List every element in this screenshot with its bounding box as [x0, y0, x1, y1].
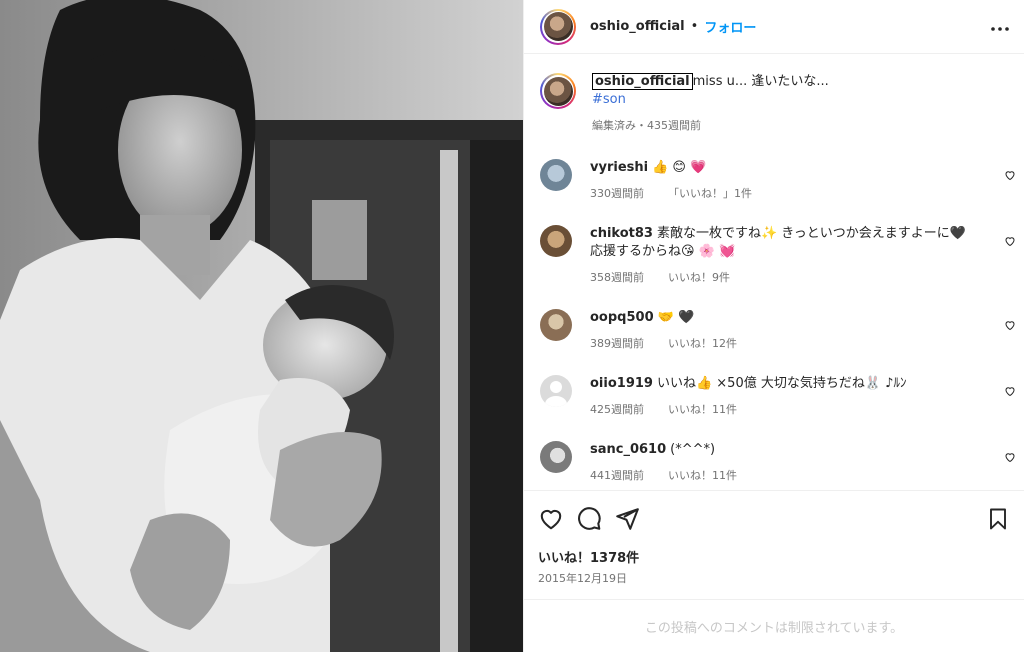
heart-icon[interactable] [538, 506, 564, 532]
share-icon[interactable] [614, 506, 640, 532]
comment-likes[interactable]: 「いいね！」1件 [668, 187, 752, 200]
commenter-avatar[interactable] [540, 309, 572, 341]
comment-item: vyrieshi 👍 😊 💗 330週間前 「いいね！」1件 [524, 159, 1024, 203]
comment-icon[interactable] [576, 506, 602, 532]
commenter-username[interactable]: oiio1919 [590, 376, 653, 391]
commenter-avatar[interactable] [540, 159, 572, 191]
comment-text: (*^^*) [670, 442, 716, 457]
comments-list[interactable]: oshio_official miss u... 逢いたいな... #son 編集… [524, 55, 1024, 490]
comment-text: 👍 😊 💗 [652, 160, 707, 175]
comment-time: 425週間前 [590, 403, 644, 416]
comment-like-icon[interactable] [1004, 169, 1016, 185]
commenter-avatar[interactable] [540, 225, 572, 257]
author-avatar[interactable] [540, 8, 576, 45]
follow-button[interactable]: フォロー [704, 17, 756, 36]
like-count[interactable]: いいね！1378件 [538, 547, 1010, 566]
post-container: oshio_official • フォロー oshio_official miss… [0, 0, 1024, 652]
caption-meta: 編集済み・435週間前 [592, 119, 701, 132]
caption-text: miss u... 逢いたいな... [692, 74, 829, 89]
commenter-username[interactable]: chikot83 [590, 226, 653, 241]
commenter-username[interactable]: vyrieshi [590, 160, 648, 175]
comment-time: 358週間前 [590, 271, 644, 284]
comment-item: sanc_0610 (*^^*) 441週間前 いいね！11件 [524, 441, 1024, 485]
commenter-username[interactable]: sanc_0610 [590, 442, 666, 457]
action-icons [538, 505, 1010, 533]
comment-item: oiio1919 いいね👍 ×50億 大切な気持ちだね🐰 ♪ﾙﾝ 425週間前 いい… [524, 375, 1024, 419]
caption-username[interactable]: oshio_official [592, 73, 693, 90]
comment-like-icon[interactable] [1004, 235, 1016, 251]
comment-item: oopq500 🤝 🖤 389週間前 いいね！12件 [524, 309, 1024, 353]
comment-like-icon[interactable] [1004, 451, 1016, 467]
comment-time: 330週間前 [590, 187, 644, 200]
author-username[interactable]: oshio_official [590, 19, 685, 34]
header-separator: • [690, 19, 699, 34]
comment-time: 389週間前 [590, 337, 644, 350]
comment-likes[interactable]: いいね！11件 [668, 403, 737, 416]
comment-likes[interactable]: いいね！12件 [668, 337, 737, 350]
commenter-username[interactable]: oopq500 [590, 310, 654, 325]
caption-avatar[interactable] [540, 73, 576, 109]
more-horizontal-icon[interactable] [990, 18, 1010, 36]
comments-restricted-notice: この投稿へのコメントは制限されています。 [524, 599, 1024, 652]
bookmark-icon[interactable] [986, 506, 1010, 532]
commenter-avatar[interactable] [540, 441, 572, 473]
comment-like-icon[interactable] [1004, 385, 1016, 401]
comment-time: 441週間前 [590, 469, 644, 482]
post-side-panel: oshio_official • フォロー oshio_official miss… [523, 0, 1024, 652]
comment-text: いいね👍 ×50億 大切な気持ちだね🐰 ♪ﾙﾝ [656, 376, 907, 391]
post-date[interactable]: 2015年12月19日 [538, 570, 1010, 586]
photo-image [0, 0, 523, 652]
post-actions: いいね！1378件 2015年12月19日 [524, 490, 1024, 600]
caption-hashtag[interactable]: #son [592, 91, 829, 109]
default-avatar-icon[interactable] [540, 375, 572, 407]
post-caption: oshio_official miss u... 逢いたいな... #son 編集… [524, 55, 1024, 135]
comment-like-icon[interactable] [1004, 319, 1016, 335]
comment-item: chikot83 素敵な一枚ですね✨ きっといつか会えますよーに🖤 応援するからね… [524, 225, 1024, 287]
comment-likes[interactable]: いいね！11件 [668, 469, 737, 482]
comment-text: 🤝 🖤 [657, 310, 695, 325]
comment-likes[interactable]: いいね！9件 [668, 271, 730, 284]
post-header: oshio_official • フォロー [524, 0, 1024, 54]
post-photo[interactable] [0, 0, 523, 652]
